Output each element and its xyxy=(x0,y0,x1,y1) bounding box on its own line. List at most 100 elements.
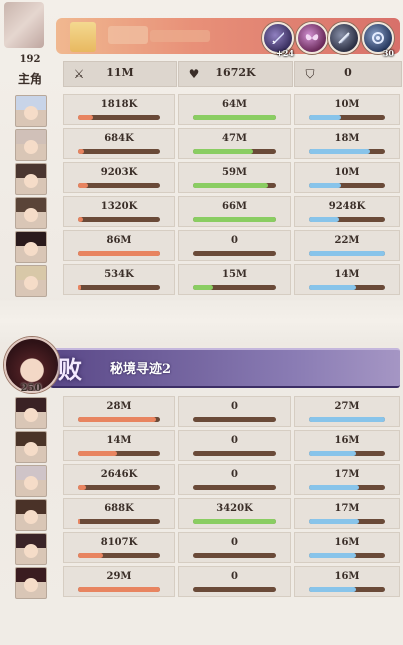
hero-portrait[interactable] xyxy=(15,465,47,497)
damage-value: 534K xyxy=(104,269,134,280)
heal-cell: 0 xyxy=(178,430,291,461)
damage-value: 688K xyxy=(104,503,134,514)
portrait-face xyxy=(24,140,38,154)
tank-bar-track xyxy=(309,285,385,290)
damage-value: 29M xyxy=(106,571,132,582)
portrait-face xyxy=(24,408,38,422)
blade-skill-icon[interactable] xyxy=(328,22,360,54)
damage-cell: 688K xyxy=(63,498,175,529)
heal-cell: 47M xyxy=(178,128,291,159)
tank-value: 16M xyxy=(334,435,360,446)
damage-bar-fill xyxy=(78,417,156,422)
damage-value: 1818K xyxy=(100,99,138,110)
tank-value: 10M xyxy=(334,167,360,178)
heal-bar-fill xyxy=(193,183,268,188)
tank-bar-fill xyxy=(309,485,360,490)
tank-bar-fill xyxy=(309,285,357,290)
tank-bar-fill xyxy=(309,115,341,120)
tank-bar-fill xyxy=(309,417,385,422)
ally-row: 1818K 64M 10M xyxy=(0,94,403,127)
ally-row: 1320K 66M 9248K xyxy=(0,196,403,229)
battle-result: 败 xyxy=(58,355,82,384)
heal-cell: 0 xyxy=(178,396,291,427)
damage-bar-fill xyxy=(78,217,83,222)
tank-bar-track xyxy=(309,149,385,154)
heal-cell: 0 xyxy=(178,464,291,495)
sword-skill-icon[interactable]: +24 xyxy=(262,22,294,58)
damage-cell: 534K xyxy=(63,264,175,295)
tank-bar-fill xyxy=(309,553,357,558)
heal-bar-track xyxy=(193,519,276,524)
heal-cell: 0 xyxy=(178,230,291,261)
player-name-blurred xyxy=(108,26,148,44)
hero-portrait[interactable] xyxy=(15,499,47,531)
heal-bar-track xyxy=(193,451,276,456)
player-level: 192 xyxy=(19,54,41,65)
damage-bar-track xyxy=(78,587,160,592)
lead-character-label: 主角 xyxy=(17,72,42,86)
tank-value: 17M xyxy=(334,469,360,480)
portrait-face xyxy=(24,442,38,456)
hero-portrait[interactable] xyxy=(15,567,47,599)
hero-portrait[interactable] xyxy=(15,95,47,127)
tank-cell: 14M xyxy=(294,264,400,295)
damage-value: 86M xyxy=(106,235,132,246)
damage-cell: 29M xyxy=(63,566,175,597)
tank-cell: 10M xyxy=(294,162,400,193)
player-avatar[interactable] xyxy=(4,2,44,48)
heal-bar-track xyxy=(193,115,276,120)
portrait-face xyxy=(24,242,38,256)
portrait-face xyxy=(24,276,38,290)
enemy-level: 250 xyxy=(20,383,42,394)
damage-bar-fill xyxy=(78,519,81,524)
damage-cell: 14M xyxy=(63,430,175,461)
tank-value: 18M xyxy=(334,133,360,144)
wings-skill-icon[interactable] xyxy=(296,22,328,54)
heal-bar-track xyxy=(193,149,276,154)
tank-cell: 27M xyxy=(294,396,400,427)
hero-portrait[interactable] xyxy=(15,129,47,161)
tank-value: 14M xyxy=(334,269,360,280)
heal-value: 0 xyxy=(231,571,238,582)
player-rank-badge xyxy=(70,22,96,52)
damage-cell: 1818K xyxy=(63,94,175,125)
heal-value: 15M xyxy=(222,269,247,280)
heal-bar-track xyxy=(193,217,276,222)
damage-value: 14M xyxy=(106,435,132,446)
damage-bar-track xyxy=(78,285,160,290)
tank-value: 17M xyxy=(334,503,360,514)
hero-portrait[interactable] xyxy=(15,197,47,229)
damage-bar-fill xyxy=(78,149,84,154)
skill-count: 30 xyxy=(382,48,394,58)
ally-row: 86M 0 22M xyxy=(0,230,403,263)
tank-bar-track xyxy=(309,587,385,592)
tank-value: 27M xyxy=(334,401,360,412)
heal-value: 66M xyxy=(222,201,247,212)
hero-portrait[interactable] xyxy=(15,163,47,195)
heal-bar-track xyxy=(193,553,276,558)
tank-bar-fill xyxy=(309,587,357,592)
heal-value: 0 xyxy=(231,469,238,480)
damage-cell: 1320K xyxy=(63,196,175,227)
heal-value: 47M xyxy=(222,133,247,144)
heal-bar-track xyxy=(193,285,276,290)
portrait-face xyxy=(24,106,38,120)
hero-portrait[interactable] xyxy=(15,397,47,429)
hero-portrait[interactable] xyxy=(15,533,47,565)
hero-portrait[interactable] xyxy=(15,231,47,263)
tank-cell: 18M xyxy=(294,128,400,159)
damage-cell: 9203K xyxy=(63,162,175,193)
hero-portrait[interactable] xyxy=(15,265,47,297)
player-header: +24 30 xyxy=(0,0,403,58)
section-gap xyxy=(0,300,403,342)
hero-portrait[interactable] xyxy=(15,431,47,463)
heal-bar-fill xyxy=(193,285,213,290)
battle-stats-panel: +24 30 192 主角 ⚔ 11M ♥ 1672K ⛉ 0 1818K 64M… xyxy=(0,0,403,645)
heal-bar-fill xyxy=(193,519,276,524)
damage-value: 684K xyxy=(104,133,134,144)
swirl-skill-icon[interactable]: 30 xyxy=(362,22,394,58)
tank-bar-track xyxy=(309,251,385,256)
damage-cell: 86M xyxy=(63,230,175,261)
tank-value: 10M xyxy=(334,99,360,110)
heal-value: 0 xyxy=(231,537,238,548)
